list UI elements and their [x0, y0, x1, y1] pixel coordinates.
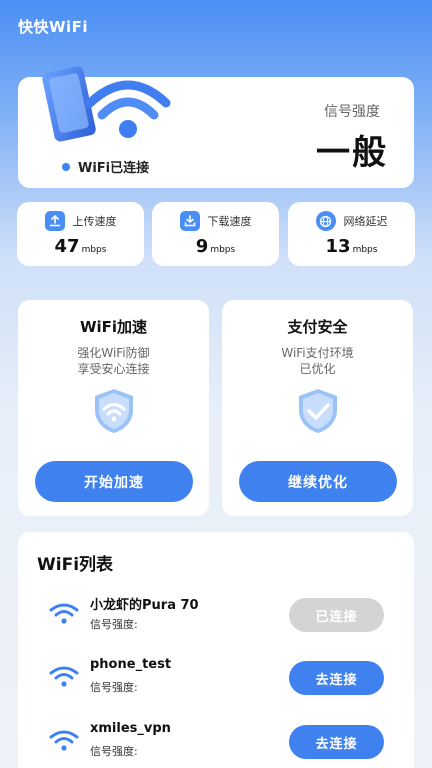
latency-value: 13 — [325, 236, 351, 257]
connected-button[interactable]: 已连接 — [289, 598, 384, 632]
payment-security-title: 支付安全 — [287, 318, 348, 336]
wifi-shield-icon — [94, 389, 133, 433]
payment-security-desc-line1: WiFi支付环境 — [281, 346, 354, 360]
wifi-name: xmiles_vpn — [90, 721, 171, 736]
wifi-boost-desc-line2: 享受安心连接 — [77, 362, 150, 376]
wifi-name: 小龙虾的Pura 70 — [90, 598, 199, 613]
download-speed-value: 9 — [195, 236, 209, 257]
wifi-boost-description: 强化WiFi防御 享受安心连接 — [18, 345, 209, 377]
wifi-list-item[interactable]: 小龙虾的Pura 70 信号强度: 已连接 — [18, 589, 414, 639]
wifi-list-item[interactable]: xmiles_vpn 信号强度: 去连接 — [18, 716, 414, 766]
latency-card: 网络延迟 13 mbps — [288, 202, 415, 266]
wifi-icon — [49, 603, 79, 624]
wifi-boost-card: WiFi加速 强化WiFi防御 享受安心连接 开始加速 — [18, 300, 209, 516]
connect-button[interactable]: 去连接 — [289, 661, 384, 695]
wifi-list-title: WiFi列表 — [37, 555, 114, 575]
payment-security-desc-line2: 已优化 — [299, 362, 336, 376]
wifi-list-card: WiFi列表 小龙虾的Pura 70 信号强度: 已连接 phone_test … — [18, 532, 414, 768]
globe-icon — [315, 211, 336, 231]
status-dot-icon — [62, 162, 70, 171]
latency-label: 网络延迟 — [343, 215, 388, 228]
payment-security-description: WiFi支付环境 已优化 — [222, 345, 413, 377]
wifi-signal-label: 信号强度: — [90, 681, 138, 694]
download-icon — [179, 211, 200, 231]
download-speed-unit: mbps — [210, 245, 236, 255]
connection-status-text: WiFi已连接 — [78, 161, 150, 176]
upload-speed-label: 上传速度 — [72, 215, 117, 228]
upload-speed-card: 上传速度 47 mbps — [17, 202, 144, 266]
latency-unit: mbps — [352, 245, 378, 255]
signal-strength-label: 信号强度 — [324, 104, 380, 120]
upload-speed-unit: mbps — [81, 245, 107, 255]
wifi-boost-title: WiFi加速 — [79, 318, 148, 336]
upload-icon — [44, 211, 65, 231]
connection-status: WiFi已连接 — [62, 157, 149, 176]
download-speed-card: 下载速度 9 mbps — [152, 202, 279, 266]
phone-wifi-illustration — [42, 66, 171, 142]
wifi-list-item[interactable]: phone_test 信号强度: 去连接 — [18, 652, 414, 702]
wifi-signal-label: 信号强度: — [90, 618, 138, 631]
wifi-status-card: WiFi已连接 信号强度 一般 — [18, 66, 414, 188]
connect-button[interactable]: 去连接 — [289, 725, 384, 759]
wifi-boost-desc-line1: 强化WiFi防御 — [77, 346, 150, 360]
continue-optimize-button[interactable]: 继续优化 — [239, 461, 397, 502]
wifi-name: phone_test — [90, 657, 172, 672]
wifi-icon — [49, 730, 79, 751]
wifi-signal-label: 信号强度: — [90, 745, 138, 758]
app-title: 快快WiFi — [18, 18, 89, 36]
wifi-icon — [49, 666, 79, 687]
check-shield-icon — [298, 389, 337, 433]
payment-security-card: 支付安全 WiFi支付环境 已优化 继续优化 — [222, 300, 413, 516]
signal-strength-value: 一般 — [316, 133, 388, 173]
upload-speed-value: 47 — [54, 236, 80, 257]
download-speed-label: 下载速度 — [207, 215, 252, 228]
start-boost-button[interactable]: 开始加速 — [35, 461, 193, 502]
